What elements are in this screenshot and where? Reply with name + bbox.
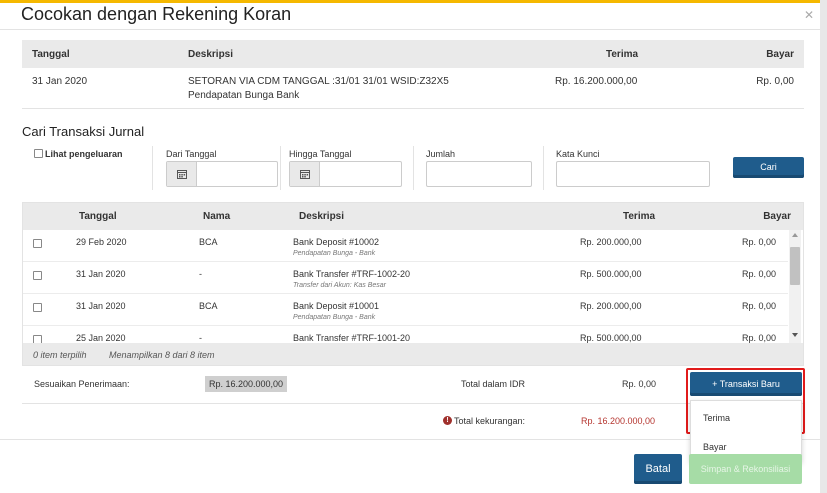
to-date-input[interactable] (321, 162, 400, 186)
divider (413, 146, 414, 190)
divider (543, 146, 544, 190)
row-name: - (199, 333, 202, 343)
journal-header: Tanggal Nama Deskripsi Terima Bayar (23, 203, 803, 230)
show-expense-checkbox[interactable]: Lihat pengeluaran (34, 149, 123, 159)
calendar-icon (300, 170, 310, 179)
row-checkbox[interactable] (33, 335, 42, 343)
statement-pay: Rp. 0,00 (756, 76, 794, 87)
header-desc: Deskripsi (188, 49, 234, 60)
adjust-value: Rp. 16.200.000,00 (205, 376, 287, 392)
selected-count: 0 item terpilih (33, 350, 87, 360)
adjust-label: Sesuaikan Penerimaan: (34, 379, 130, 389)
journal-header-name: Nama (203, 211, 231, 222)
row-date: 31 Jan 2020 (76, 269, 126, 279)
menu-item-receive[interactable]: Terima (691, 404, 801, 432)
scroll-thumb[interactable] (790, 247, 800, 285)
row-pay: Rp. 0,00 (741, 269, 776, 279)
row-desc[interactable]: Bank Deposit #10001 (293, 301, 379, 311)
divider (280, 146, 281, 190)
total-value: Rp. 0,00 (622, 379, 657, 389)
journal-scrollbar[interactable] (789, 230, 801, 343)
new-transaction-menu: Terima Bayar (690, 400, 802, 462)
calendar-addon[interactable] (167, 162, 197, 186)
calendar-addon[interactable] (290, 162, 320, 186)
header-receive: Terima (606, 49, 639, 60)
warning-icon: ! (443, 416, 452, 425)
row-receive: Rp. 500.000,00 (580, 333, 642, 343)
shortage-label: Total kekurangan: (454, 416, 526, 426)
row-name: - (199, 269, 202, 279)
statement-desc-sub: Pendapatan Bunga Bank (188, 90, 300, 101)
row-desc-sub: Pendapatan Bunga - Bank (293, 314, 376, 321)
to-date-label: Hingga Tanggal (289, 149, 352, 159)
keyword-input[interactable] (556, 161, 710, 187)
divider (0, 29, 820, 30)
statement-date: 31 Jan 2020 (32, 76, 88, 87)
statement-table: Tanggal Deskripsi Terima Bayar 31 Jan 20… (22, 40, 804, 110)
row-desc[interactable]: Bank Transfer #TRF-1001-20 (293, 333, 410, 343)
close-icon[interactable]: ✕ (804, 8, 814, 22)
journal-header-pay: Bayar (763, 211, 791, 222)
from-date-field[interactable] (166, 161, 278, 187)
row-date: 29 Feb 2020 (76, 237, 127, 247)
total-label: Total dalam IDR (461, 379, 526, 389)
journal-header-receive: Terima (623, 211, 656, 222)
header-pay: Bayar (766, 49, 794, 60)
table-row[interactable]: 29 Feb 2020 BCA Bank Deposit #10002 Pend… (23, 230, 788, 262)
save-reconcile-button[interactable]: Simpan & Rekonsiliasi (689, 454, 802, 484)
amount-label: Jumlah (426, 149, 456, 159)
row-date: 25 Jan 2020 (76, 333, 126, 343)
journal-header-date: Tanggal (79, 211, 117, 222)
row-receive: Rp. 200.000,00 (580, 237, 642, 247)
table-row[interactable]: 31 Jan 2020 BCA Bank Deposit #10001 Pend… (23, 294, 788, 326)
match-statement-modal: Cocokan dengan Rekening Koran ✕ Tanggal … (0, 0, 820, 493)
row-receive: Rp. 200.000,00 (580, 301, 642, 311)
background-page (820, 0, 827, 493)
row-name: BCA (199, 301, 218, 311)
journal-table: Tanggal Nama Deskripsi Terima Bayar 29 F… (22, 202, 804, 366)
from-date-label: Dari Tanggal (166, 149, 217, 159)
divider (152, 146, 153, 190)
statement-receive: Rp. 16.200.000,00 (555, 76, 638, 87)
modal-title: Cocokan dengan Rekening Koran (21, 4, 292, 24)
from-date-input[interactable] (198, 162, 276, 186)
cancel-button[interactable]: Batal (634, 454, 682, 484)
header-date: Tanggal (32, 49, 70, 60)
row-pay: Rp. 0,00 (741, 333, 776, 343)
row-desc[interactable]: Bank Transfer #TRF-1002-20 (293, 269, 410, 279)
checkbox-icon[interactable] (34, 149, 43, 158)
statement-desc: SETORAN VIA CDM TANGGAL :31/01 31/01 WSI… (188, 76, 449, 87)
row-date: 31 Jan 2020 (76, 301, 126, 311)
row-pay: Rp. 0,00 (741, 301, 776, 311)
scroll-up-icon[interactable] (792, 233, 798, 237)
statement-row: 31 Jan 2020 SETORAN VIA CDM TANGGAL :31/… (22, 68, 804, 110)
shortage-value: Rp. 16.200.000,00 (581, 416, 656, 426)
keyword-label: Kata Kunci (556, 149, 600, 159)
show-expense-label: Lihat pengeluaran (45, 149, 123, 159)
table-row[interactable]: 25 Jan 2020 - Bank Transfer #TRF-1001-20… (23, 326, 788, 343)
scroll-down-icon[interactable] (792, 333, 798, 337)
row-pay: Rp. 0,00 (741, 237, 776, 247)
calendar-icon (177, 170, 187, 179)
journal-body: 29 Feb 2020 BCA Bank Deposit #10002 Pend… (23, 230, 803, 343)
row-desc[interactable]: Bank Deposit #10002 (293, 237, 379, 247)
journal-footer: 0 item terpilih Menampilkan 8 dari 8 ite… (23, 343, 803, 365)
row-receive: Rp. 500.000,00 (580, 269, 642, 279)
search-section-title: Cari Transaksi Jurnal (22, 124, 145, 139)
row-desc-sub: Transfer dari Akun: Kas Besar (293, 282, 386, 289)
amount-input[interactable] (426, 161, 532, 187)
row-checkbox[interactable] (33, 303, 42, 312)
showing-count: Menampilkan 8 dari 8 item (109, 350, 215, 360)
search-button[interactable]: Cari (733, 157, 804, 178)
divider (22, 108, 804, 109)
row-checkbox[interactable] (33, 239, 42, 248)
row-desc-sub: Pendapatan Bunga - Bank (293, 250, 376, 257)
row-name: BCA (199, 237, 218, 247)
row-checkbox[interactable] (33, 271, 42, 280)
statement-header: Tanggal Deskripsi Terima Bayar (22, 40, 804, 68)
table-row[interactable]: 31 Jan 2020 - Bank Transfer #TRF-1002-20… (23, 262, 788, 294)
journal-header-desc: Deskripsi (299, 211, 345, 222)
to-date-field[interactable] (289, 161, 402, 187)
